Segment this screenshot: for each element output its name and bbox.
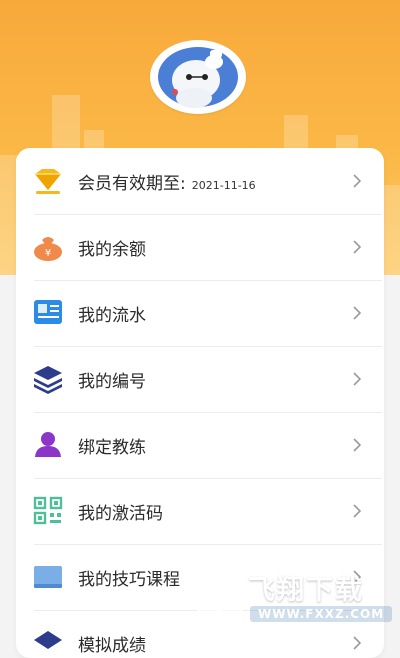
menu-item-transactions[interactable]: 我的流水 <box>16 280 384 346</box>
menu-item-label: 会员有效期至: 2021-11-16 <box>78 174 256 194</box>
avatar[interactable] <box>150 40 246 114</box>
coach-icon <box>35 432 61 457</box>
course-book-icon <box>34 566 62 588</box>
menu-item-balance[interactable]: ¥ 我的余额 <box>16 214 384 280</box>
menu-item-label: 我的流水 <box>78 306 146 326</box>
watermark-logo-icon <box>194 573 246 625</box>
menu-item-label: 模拟成绩 <box>78 636 146 656</box>
watermark-url: WWW.FXXZ.COM <box>250 606 393 622</box>
score-icon <box>34 631 62 649</box>
menu-item-activation-code[interactable]: 我的激活码 <box>16 478 384 544</box>
watermark: 飞翔下载 WWW.FXXZ.COM <box>190 566 400 636</box>
chevron-right-icon <box>353 504 362 518</box>
menu-item-label: 我的激活码 <box>78 504 163 524</box>
menu-item-bind-coach[interactable]: 绑定教练 <box>16 412 384 478</box>
menu-item-label: 我的编号 <box>78 372 146 392</box>
membership-expiry-row[interactable]: 会员有效期至: 2021-11-16 <box>16 148 384 214</box>
watermark-text: 飞翔下载 <box>248 575 364 606</box>
chevron-right-icon <box>353 240 362 254</box>
chevron-right-icon <box>353 636 362 650</box>
menu-item-number[interactable]: 我的编号 <box>16 346 384 412</box>
money-bag-icon: ¥ <box>34 237 62 261</box>
baymax-avatar-icon <box>152 42 244 112</box>
layers-icon <box>34 366 62 394</box>
chevron-right-icon <box>353 438 362 452</box>
diamond-icon <box>35 169 61 194</box>
menu-item-label: 我的技巧课程 <box>78 570 180 590</box>
menu-item-label: 我的余额 <box>78 240 146 260</box>
qr-code-icon <box>33 496 63 525</box>
membership-expiry-date: 2021-11-16 <box>191 179 256 192</box>
svg-text:¥: ¥ <box>45 248 51 259</box>
ledger-icon <box>34 300 62 324</box>
menu-item-label: 绑定教练 <box>78 438 146 458</box>
chevron-right-icon <box>353 372 362 386</box>
chevron-right-icon <box>353 306 362 320</box>
chevron-right-icon <box>353 174 362 188</box>
